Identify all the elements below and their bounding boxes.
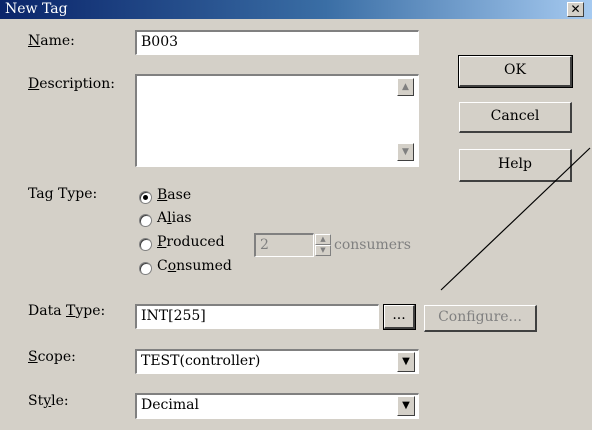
- annotation-line: [440, 147, 591, 291]
